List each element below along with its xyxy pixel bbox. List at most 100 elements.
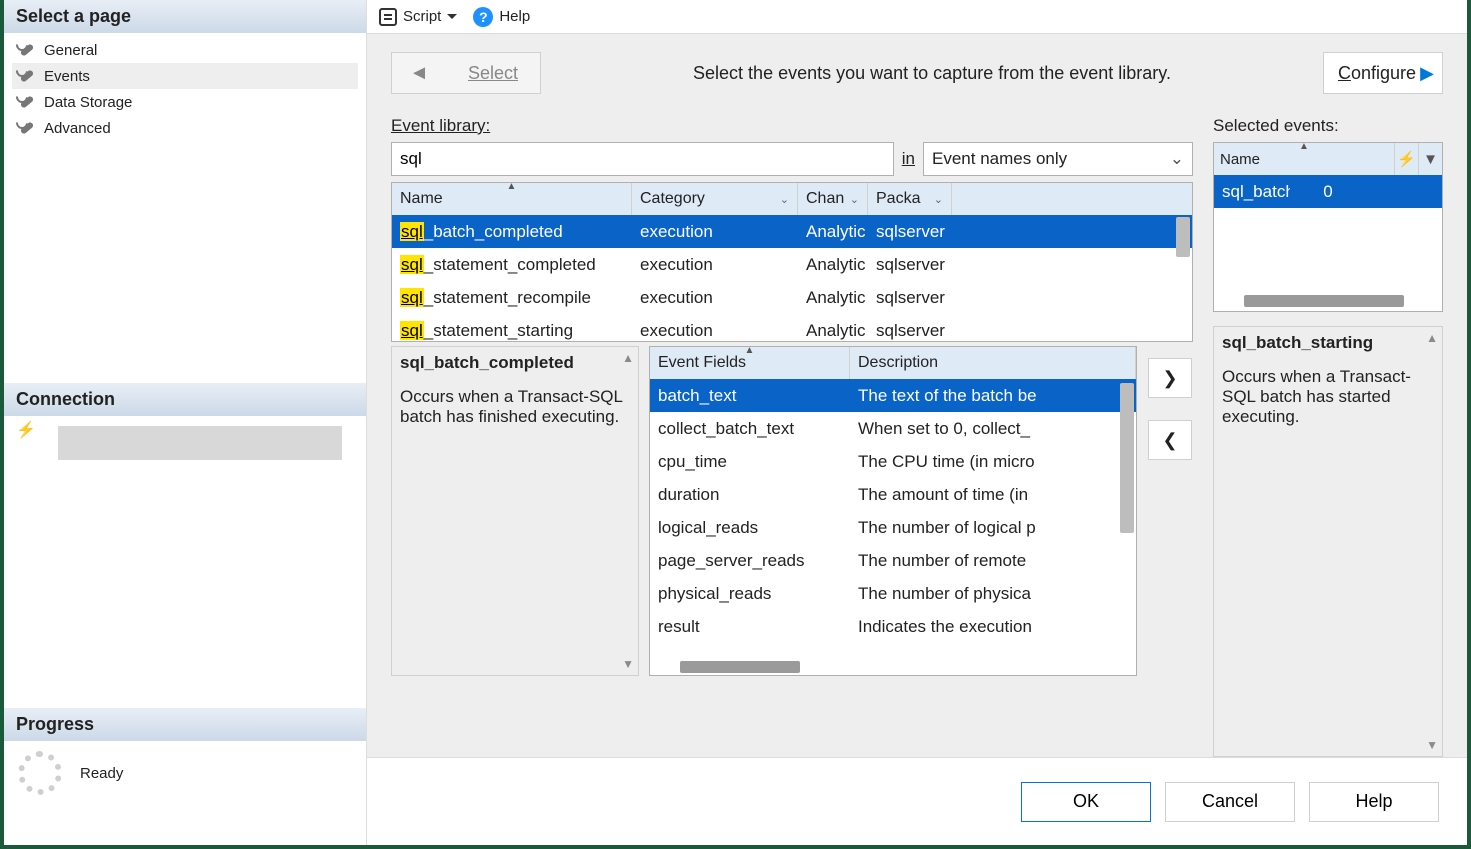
sidebar-page-list: General Events Data Storage Advanced — [4, 33, 366, 145]
help-button[interactable]: ? Help — [469, 5, 534, 29]
table-row[interactable]: page_server_readsThe number of remote — [650, 544, 1136, 577]
sidebar-item-events[interactable]: Events — [12, 63, 358, 89]
col-category[interactable]: Category⌄ — [632, 183, 798, 215]
filter-icon[interactable]: ▼ — [1418, 143, 1442, 175]
table-row[interactable]: batch_textThe text of the batch be — [650, 379, 1136, 412]
expand-down-icon[interactable]: ▼ — [1426, 738, 1438, 752]
selected-detail-desc: Occurs when a Transact-SQL batch has sta… — [1222, 367, 1434, 427]
chevron-down-icon: ⌄ — [850, 193, 859, 206]
scrollbar-thumb-horizontal[interactable] — [680, 661, 800, 673]
scrollbar-thumb[interactable] — [1120, 383, 1134, 533]
in-label: in — [902, 149, 915, 169]
main: Script ? Help ◄ Select Select the events… — [367, 0, 1467, 845]
col-description[interactable]: Description — [850, 347, 1136, 379]
event-fields-grid[interactable]: ▲Event Fields Description batch_textThe … — [649, 346, 1137, 676]
progress-row: Ready — [4, 741, 366, 805]
configure-button[interactable]: Configure ▶ — [1323, 52, 1443, 94]
instruction-text: Select the events you want to capture fr… — [561, 63, 1303, 84]
ok-button[interactable]: OK — [1021, 782, 1151, 822]
connection-row — [4, 416, 366, 470]
event-search-input[interactable] — [391, 142, 894, 176]
table-row[interactable]: sql_statement_startingexecutionAnalytics… — [392, 314, 1192, 341]
table-row[interactable]: physical_readsThe number of physica — [650, 577, 1136, 610]
table-row[interactable]: resultIndicates the execution — [650, 610, 1136, 643]
selected-grid-header: ▲ Name ⚡ ▼ — [1214, 143, 1442, 175]
configure-label: Configure — [1338, 63, 1416, 84]
table-row[interactable]: sql_batch_starting0 — [1214, 175, 1442, 208]
search-scope-combo[interactable]: Event names only ⌄ — [923, 142, 1193, 176]
toolbar: Script ? Help — [367, 0, 1467, 34]
help-label: Help — [499, 8, 530, 25]
progress-title: Progress — [4, 708, 366, 741]
col-package[interactable]: Packa⌄ — [868, 183, 952, 215]
col-name[interactable]: ▲ Name — [1214, 143, 1394, 175]
mid-wrap: Event library: in Event names only ⌄ ▲Na… — [391, 116, 1443, 757]
table-row[interactable]: cpu_timeThe CPU time (in micro — [650, 445, 1136, 478]
back-button[interactable]: ◄ — [392, 62, 446, 85]
collapse-up-icon[interactable]: ▲ — [1426, 331, 1438, 345]
cancel-button[interactable]: Cancel — [1165, 782, 1295, 822]
fields-grid-header: ▲Event Fields Description — [650, 347, 1136, 379]
sidebar-item-data-storage[interactable]: Data Storage — [12, 89, 358, 115]
table-row[interactable]: sql_batch_completedexecutionAnalyticsqls… — [392, 215, 1192, 248]
chevron-down-icon: ⌄ — [780, 193, 789, 206]
sidebar-item-label: Events — [44, 68, 90, 85]
library-column: Event library: in Event names only ⌄ ▲Na… — [391, 116, 1193, 757]
sort-asc-icon: ▲ — [745, 347, 755, 356]
selected-detail-pane: ▲ sql_batch_starting Occurs when a Trans… — [1213, 326, 1443, 757]
table-row[interactable]: durationThe amount of time (in — [650, 478, 1136, 511]
detail-description: Occurs when a Transact-SQL batch has fin… — [400, 387, 630, 427]
wrench-icon — [18, 67, 36, 85]
script-button[interactable]: Script — [375, 6, 461, 28]
chevron-down-icon — [447, 14, 457, 24]
selected-grid-body: sql_batch_starting0 — [1214, 175, 1442, 208]
sidebar-title: Select a page — [4, 0, 366, 33]
sidebar: Select a page General Events Data Storag… — [4, 0, 367, 845]
event-library-label: Event library: — [391, 116, 1193, 136]
col-channel[interactable]: Chan⌄ — [798, 183, 868, 215]
back-select-group: ◄ Select — [391, 52, 541, 94]
script-label: Script — [403, 8, 441, 25]
table-row[interactable]: collect_batch_textWhen set to 0, collect… — [650, 412, 1136, 445]
event-library-grid[interactable]: ▲Name Category⌄ Chan⌄ Packa⌄ sql_batch_c… — [391, 182, 1193, 342]
wrench-icon — [18, 41, 36, 59]
chevron-down-icon: ⌄ — [1170, 149, 1184, 169]
footer: OK Cancel Help — [367, 757, 1467, 845]
selected-events-grid[interactable]: ▲ Name ⚡ ▼ sql_batch_starting0 — [1213, 142, 1443, 312]
library-detail-pane: ▲ sql_batch_completed Occurs when a Tran… — [391, 346, 639, 676]
sidebar-item-label: Data Storage — [44, 94, 132, 111]
content: ◄ Select Select the events you want to c… — [367, 34, 1467, 757]
sidebar-item-label: Advanced — [44, 120, 111, 137]
help-icon: ? — [473, 7, 493, 27]
selected-detail-title: sql_batch_starting — [1222, 333, 1434, 353]
sort-asc-icon: ▲ — [507, 183, 517, 192]
table-row[interactable]: logical_readsThe number of logical p — [650, 511, 1136, 544]
help-button[interactable]: Help — [1309, 782, 1439, 822]
add-event-button[interactable]: ❯ — [1148, 358, 1192, 398]
chevron-down-icon: ⌄ — [934, 193, 943, 206]
table-row[interactable]: sql_statement_completedexecutionAnalytic… — [392, 248, 1192, 281]
search-row: in Event names only ⌄ — [391, 142, 1193, 176]
wrench-icon — [18, 93, 36, 111]
scrollbar-thumb[interactable] — [1176, 217, 1190, 257]
select-step-label: Select — [446, 63, 540, 84]
table-row[interactable]: sql_statement_recompileexecutionAnalytic… — [392, 281, 1192, 314]
scrollbar-thumb-horizontal[interactable] — [1244, 295, 1404, 307]
search-scope-value: Event names only — [932, 149, 1067, 169]
collapse-up-icon[interactable]: ▲ — [622, 351, 634, 365]
detail-row: ▲ sql_batch_completed Occurs when a Tran… — [391, 346, 1193, 676]
script-icon — [379, 8, 397, 26]
col-event-fields[interactable]: ▲Event Fields — [650, 347, 850, 379]
remove-event-button[interactable]: ❮ — [1148, 420, 1192, 460]
mover-column: ❯ ❮ — [1147, 346, 1193, 676]
lightning-icon[interactable]: ⚡ — [1394, 143, 1418, 175]
connection-title: Connection — [4, 383, 366, 416]
sidebar-item-general[interactable]: General — [12, 37, 358, 63]
expand-down-icon[interactable]: ▼ — [622, 657, 634, 671]
col-name[interactable]: ▲Name — [392, 183, 632, 215]
sidebar-item-advanced[interactable]: Advanced — [12, 115, 358, 141]
connection-value — [58, 426, 342, 460]
library-grid-body: sql_batch_completedexecutionAnalyticsqls… — [392, 215, 1192, 341]
spinner-icon — [18, 751, 62, 795]
selected-events-label: Selected events: — [1213, 116, 1443, 136]
